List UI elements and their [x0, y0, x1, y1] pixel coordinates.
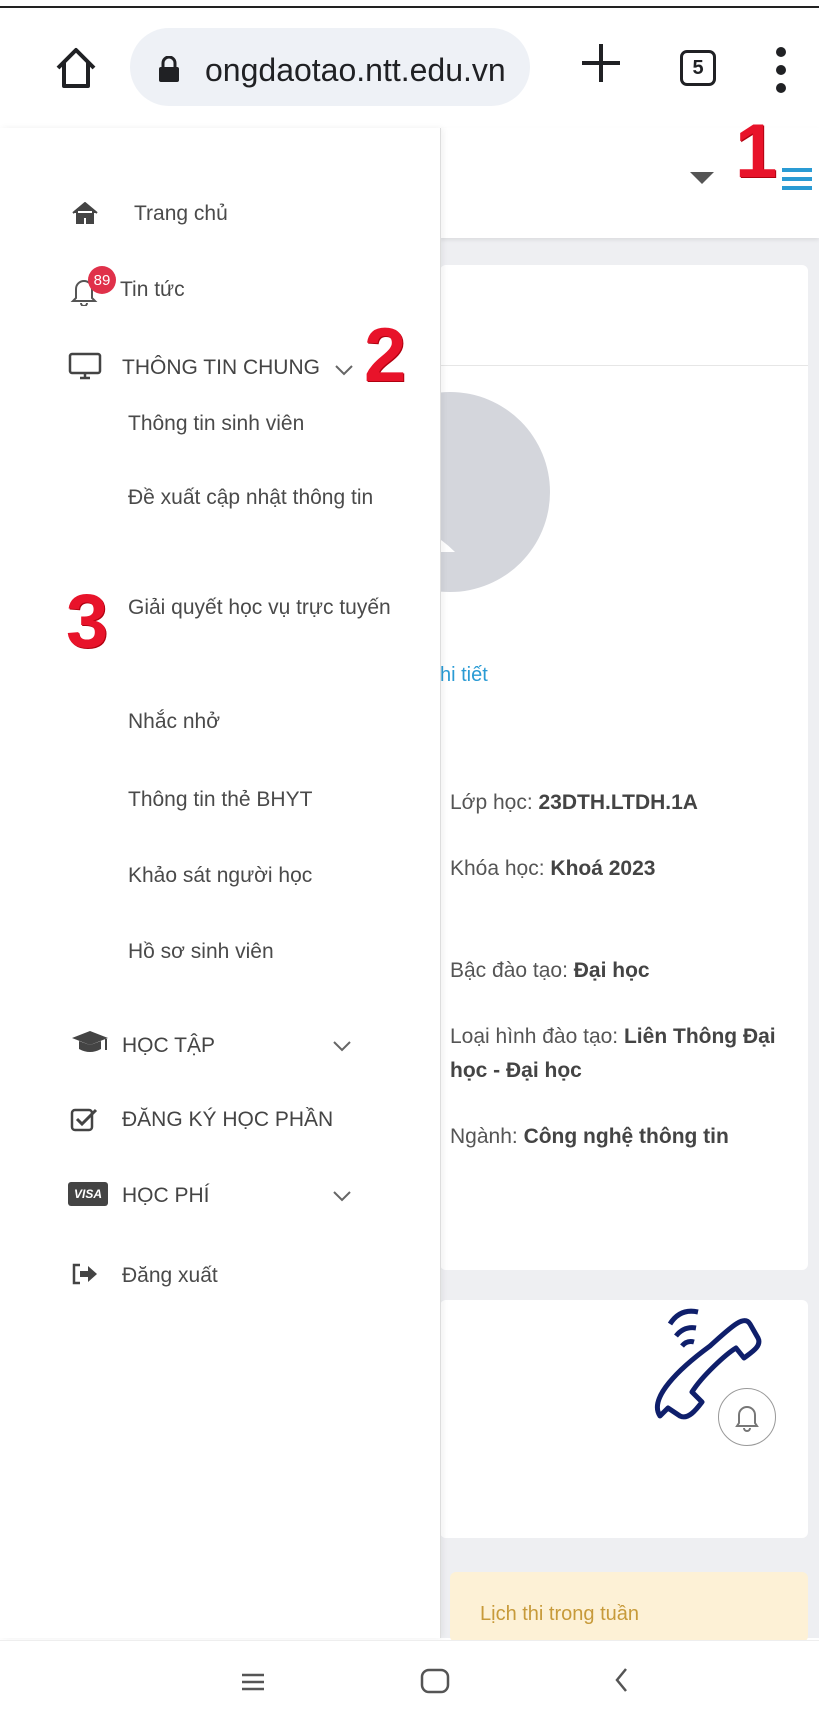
class-info: Lớp học: 23DTH.LTDH.1A	[450, 791, 698, 814]
bell-icon[interactable]	[718, 1388, 776, 1446]
monitor-icon	[68, 352, 102, 380]
caret-down-icon[interactable]	[690, 172, 714, 184]
recent-apps-icon[interactable]	[240, 1672, 266, 1692]
nav-home-icon[interactable]	[420, 1668, 450, 1694]
menu-section-hoc-tap[interactable]: HỌC TẬP	[122, 1034, 215, 1058]
detail-link[interactable]: hi tiết	[440, 664, 488, 687]
annotation-number-2: 2	[364, 313, 407, 398]
chevron-down-icon[interactable]	[332, 1190, 352, 1202]
status-bar-edge	[0, 0, 819, 8]
menu-section-hoc-phi[interactable]: HỌC PHÍ	[122, 1184, 210, 1208]
more-options-icon[interactable]	[776, 46, 786, 94]
logout-icon	[72, 1263, 97, 1285]
menu-item-dang-xuat[interactable]: Đăng xuất	[122, 1264, 218, 1288]
lock-icon	[159, 56, 179, 82]
url-text: ongdaotao.ntt.edu.vn	[205, 52, 506, 88]
menu-item-tin-tuc[interactable]: Tin tức	[120, 278, 185, 302]
tab-switcher-button[interactable]: 5	[680, 50, 716, 86]
visa-card-icon: VISA	[68, 1182, 108, 1206]
sub-item-de-xuat-cap-nhat[interactable]: Đề xuất cập nhật thông tin	[128, 480, 398, 516]
sub-item-the-bhyt[interactable]: Thông tin thẻ BHYT	[128, 782, 398, 818]
training-type-info: Loại hình đào tạo: Liên Thông Đại học - …	[450, 1025, 776, 1082]
menu-section-thong-tin-chung[interactable]: THÔNG TIN CHUNG	[122, 356, 320, 380]
major-info: Ngành: Công nghệ thông tin	[450, 1125, 729, 1148]
notification-badge: 89	[88, 266, 116, 294]
menu-section-dang-ky-hoc-phan[interactable]: ĐĂNG KÝ HỌC PHẦN	[122, 1108, 333, 1132]
sub-item-khao-sat[interactable]: Khảo sát người học	[128, 858, 398, 894]
annotation-number-3: 3	[66, 579, 109, 664]
home-icon[interactable]	[52, 44, 100, 92]
hamburger-menu-icon[interactable]	[782, 168, 812, 190]
back-icon[interactable]	[614, 1666, 628, 1694]
android-nav-bar	[0, 1640, 819, 1730]
menu-item-trang-chu[interactable]: Trang chủ	[134, 202, 228, 226]
course-info: Khóa học: Khoá 2023	[450, 857, 656, 880]
new-tab-icon[interactable]	[578, 40, 624, 86]
checkbox-icon	[70, 1108, 98, 1132]
sub-item-thong-tin-sinh-vien[interactable]: Thông tin sinh viên	[128, 406, 398, 442]
annotation-number-1: 1	[735, 109, 778, 194]
exam-schedule-title: Lịch thi trong tuần	[480, 1603, 639, 1625]
home-icon	[72, 202, 98, 224]
chevron-down-icon[interactable]	[334, 364, 354, 376]
profile-card-header	[440, 265, 808, 366]
sub-item-nhac-nho[interactable]: Nhắc nhở	[128, 704, 398, 740]
chevron-down-icon[interactable]	[332, 1040, 352, 1052]
sub-item-giai-quyet-hoc-vu[interactable]: Giải quyết học vụ trực tuyến	[128, 590, 398, 626]
graduation-cap-icon	[72, 1031, 108, 1052]
sub-item-ho-so-sinh-vien[interactable]: Hồ sơ sinh viên	[128, 934, 398, 970]
level-info: Bậc đào tạo: Đại học	[450, 959, 650, 982]
